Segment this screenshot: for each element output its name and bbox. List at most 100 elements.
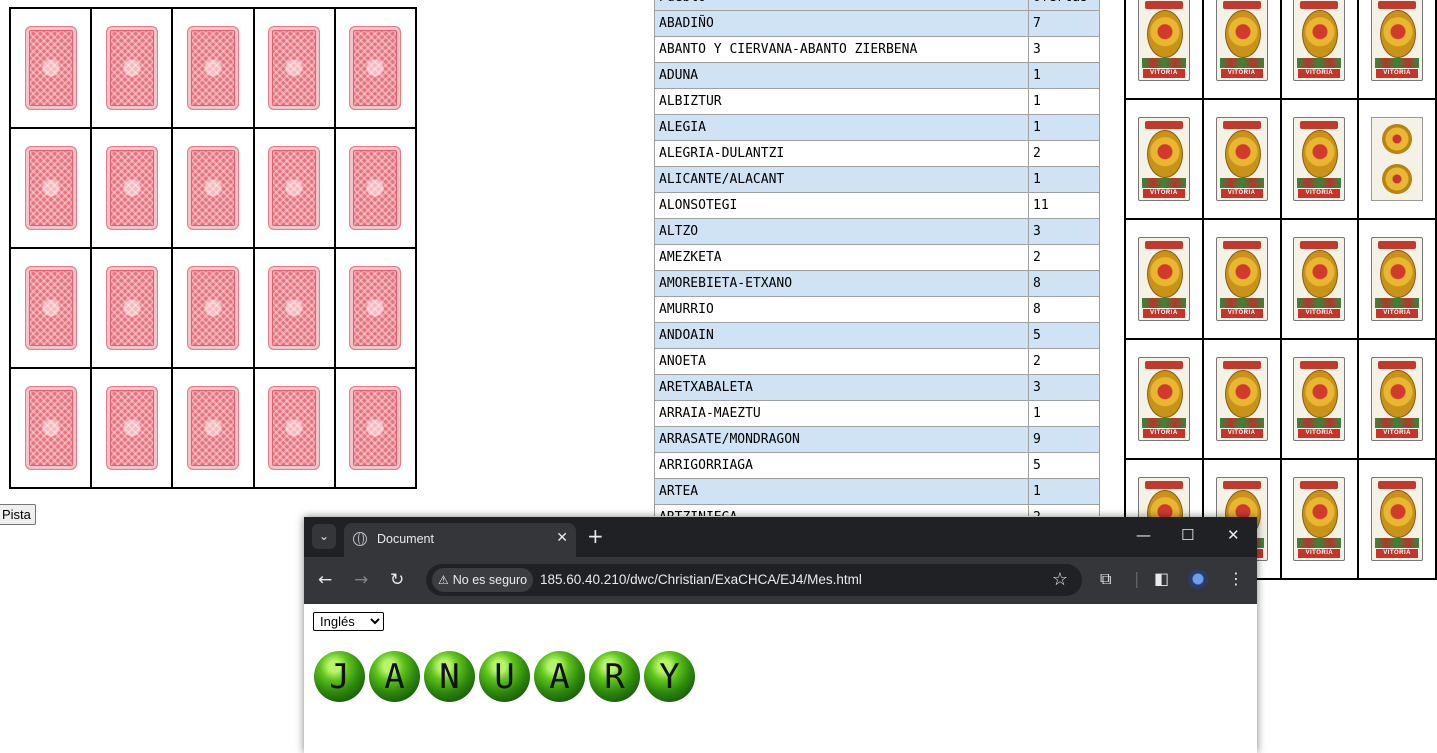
spanish-card-back-image[interactable]: VITORIA [1293,477,1346,561]
card-ornament [1302,490,1339,538]
window-close-icon[interactable]: ✕ [1227,526,1240,544]
spanish-card-back-image[interactable]: VITORIA [1215,357,1268,441]
spanish-card-back-image[interactable]: VITORIA [1293,0,1346,81]
spanish-card-back-image[interactable]: VITORIA [1137,0,1190,81]
spanish-card-back-image[interactable]: VITORIA [1371,237,1424,321]
memory-cell[interactable] [9,247,93,369]
memory-cell[interactable] [90,127,174,249]
card-back-image[interactable] [268,146,321,230]
language-select[interactable]: Inglés [313,612,384,631]
memory-cell[interactable] [333,367,417,489]
spanish-card-cell[interactable]: VITORIA [1201,218,1282,340]
spanish-card-cell[interactable]: VITORIA [1279,338,1360,460]
spanish-card-cell[interactable]: VITORIA [1279,218,1360,340]
card-back-image[interactable] [349,386,402,470]
memory-cell[interactable] [252,367,336,489]
card-back-image[interactable] [105,146,158,230]
memory-cell[interactable] [90,367,174,489]
spanish-card-back-image[interactable]: VITORIA [1215,0,1268,81]
spanish-card-cell[interactable]: VITORIA [1279,98,1360,220]
memory-cell[interactable] [252,7,336,129]
spanish-card-cell[interactable]: VITORIA [1124,0,1204,100]
spanish-card-cell[interactable]: VITORIA [1279,458,1360,580]
card-back-image[interactable] [105,386,158,470]
spanish-card-back-image[interactable]: VITORIA [1293,357,1346,441]
spanish-card-back-image[interactable]: VITORIA [1137,357,1190,441]
spanish-card-back-image[interactable]: VITORIA [1215,117,1268,201]
security-chip[interactable]: ⚠ No es seguro [432,568,534,592]
card-back-image[interactable] [268,26,321,110]
memory-cell[interactable] [9,7,93,129]
coins-card-image[interactable] [1371,117,1424,201]
card-back-image[interactable] [186,146,239,230]
spanish-card-back-image[interactable]: VITORIA [1137,237,1190,321]
hint-button[interactable]: Pista [0,504,36,525]
card-back-image[interactable] [24,266,77,350]
star-icon[interactable]: ☆ [1052,569,1068,590]
card-back-image[interactable] [349,146,402,230]
spanish-card-cell[interactable]: VITORIA [1357,0,1437,100]
back-arrow-icon[interactable]: ← [318,570,332,590]
reload-icon[interactable]: ↻ [390,570,404,590]
spanish-card-cell[interactable]: VITORIA [1201,98,1282,220]
letter-ball: R [589,651,640,702]
spanish-card-cell[interactable]: VITORIA [1124,338,1204,460]
memory-cell[interactable] [9,127,93,249]
spanish-card-back-image[interactable]: VITORIA [1371,0,1424,81]
memory-cell[interactable] [90,7,174,129]
spanish-card-back-image[interactable]: VITORIA [1137,117,1190,201]
menu-dots-icon[interactable]: ⋮ [1228,569,1244,588]
card-ornament [1375,298,1420,308]
month-letters: JANUARY [314,651,695,702]
memory-cell[interactable] [90,247,174,369]
memory-cell[interactable] [171,247,255,369]
memory-cell[interactable] [252,127,336,249]
spanish-card-back-image[interactable]: VITORIA [1371,477,1424,561]
extensions-icon[interactable]: ⧉ [1100,569,1111,589]
maximize-icon[interactable]: ☐ [1181,526,1194,544]
url-text[interactable]: 185.60.40.210/dwc/Christian/ExaCHCA/EJ4/… [540,572,862,587]
tab-search-button[interactable]: ⌄ [312,524,336,549]
card-back-image[interactable] [24,146,77,230]
spanish-card-cell[interactable]: VITORIA [1357,218,1437,340]
browser-tab[interactable]: Document ✕ [344,523,576,557]
memory-cell[interactable] [333,247,417,369]
card-back-image[interactable] [186,266,239,350]
card-back-image[interactable] [268,386,321,470]
memory-cell[interactable] [333,127,417,249]
spanish-card-cell[interactable]: VITORIA [1124,218,1204,340]
memory-cell[interactable] [333,7,417,129]
spanish-card-cell[interactable]: VITORIA [1279,0,1360,100]
profile-avatar[interactable] [1188,569,1208,589]
spanish-card-cell[interactable]: VITORIA [1201,0,1282,100]
memory-cell[interactable] [171,367,255,489]
spanish-card-cell[interactable]: VITORIA [1357,338,1437,460]
spanish-card-cell[interactable]: VITORIA [1201,338,1282,460]
card-back-image[interactable] [105,26,158,110]
card-back-image[interactable] [105,266,158,350]
card-back-image[interactable] [186,26,239,110]
forward-arrow-icon[interactable]: → [354,570,368,590]
spanish-card-cell[interactable]: VITORIA [1124,98,1204,220]
memory-cell[interactable] [9,367,93,489]
address-bar[interactable]: ⚠ No es seguro 185.60.40.210/dwc/Christia… [426,564,1082,596]
spanish-card-back-image[interactable]: VITORIA [1215,237,1268,321]
spanish-card-back-image[interactable]: VITORIA [1293,237,1346,321]
memory-cell[interactable] [171,127,255,249]
card-back-image[interactable] [24,26,77,110]
memory-cell[interactable] [171,7,255,129]
card-back-image[interactable] [186,386,239,470]
card-back-image[interactable] [349,266,402,350]
spanish-card-cell[interactable]: VITORIA [1357,458,1437,580]
side-panel-icon[interactable]: ◧ [1154,569,1169,588]
new-tab-button[interactable]: + [587,524,604,548]
close-icon[interactable]: ✕ [556,530,568,546]
card-back-image[interactable] [349,26,402,110]
card-back-image[interactable] [268,266,321,350]
card-back-image[interactable] [24,386,77,470]
minimize-icon[interactable]: — [1136,526,1151,544]
spanish-card-back-image[interactable]: VITORIA [1371,357,1424,441]
spanish-card-back-image[interactable]: VITORIA [1293,117,1346,201]
memory-cell[interactable] [252,247,336,369]
spanish-card-cell[interactable] [1357,98,1437,220]
